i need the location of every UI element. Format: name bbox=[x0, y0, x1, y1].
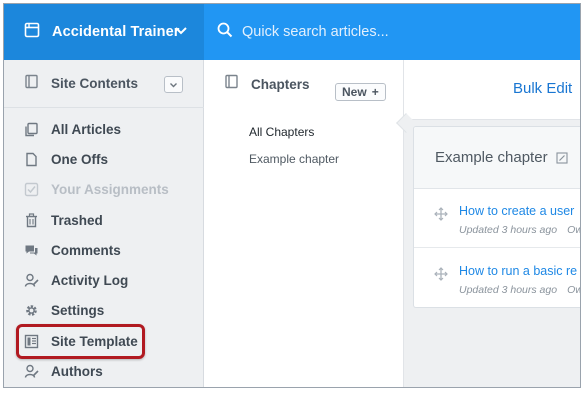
chapter-item-all-chapters[interactable]: All Chapters bbox=[204, 118, 404, 145]
sidebar-item-label: Site Template bbox=[51, 333, 138, 349]
sidebar: Site Contents All Articles One Offs Your… bbox=[4, 60, 204, 387]
article-meta: Updated 3 hours ago Ow bbox=[459, 224, 580, 236]
chevron-down-icon bbox=[174, 23, 188, 41]
top-bar: Accidental Trainer bbox=[4, 4, 580, 60]
site-contents-label: Site Contents bbox=[51, 76, 139, 91]
search-bar bbox=[204, 4, 580, 60]
chapter-card-header: Example chapter bbox=[414, 127, 580, 189]
article-row: How to create a user Updated 3 hours ago… bbox=[414, 189, 580, 248]
sidebar-item-label: All Articles bbox=[51, 121, 122, 137]
search-icon bbox=[217, 22, 233, 43]
chevron-down-icon bbox=[170, 82, 177, 87]
sidebar-item-label: Activity Log bbox=[51, 273, 129, 289]
activity-log-icon bbox=[24, 273, 39, 288]
drag-handle-icon[interactable] bbox=[434, 267, 448, 286]
article-row: How to run a basic re Updated 3 hours ag… bbox=[414, 249, 580, 307]
chapter-content: Bulk Edit Example chapter How to create … bbox=[404, 60, 580, 387]
search-input[interactable] bbox=[242, 24, 542, 40]
plus-icon: + bbox=[371, 85, 379, 99]
gear-icon bbox=[24, 303, 39, 318]
article-meta: Updated 3 hours ago Ow bbox=[459, 284, 580, 296]
article-title-link[interactable]: How to run a basic re bbox=[459, 264, 577, 278]
site-switcher[interactable]: Accidental Trainer bbox=[4, 4, 204, 60]
sidebar-item-comments[interactable]: Comments bbox=[4, 235, 204, 265]
site-contents-header: Site Contents bbox=[4, 60, 204, 108]
sidebar-item-settings[interactable]: Settings bbox=[4, 296, 204, 326]
sidebar-item-label: One Offs bbox=[51, 151, 109, 167]
site-contents-dropdown[interactable] bbox=[164, 76, 183, 93]
sidebar-item-trashed[interactable]: Trashed bbox=[4, 205, 204, 235]
document-icon bbox=[24, 152, 39, 167]
authors-icon bbox=[24, 364, 39, 379]
sidebar-nav: All Articles One Offs Your Assignments T… bbox=[4, 114, 204, 387]
sidebar-item-site-template[interactable]: Site Template bbox=[4, 326, 204, 356]
chapter-list: All Chapters Example chapter bbox=[204, 118, 404, 172]
new-button-label: New bbox=[342, 85, 367, 99]
chapter-card: Example chapter How to create a user Upd… bbox=[413, 126, 580, 308]
article-updated: Updated 3 hours ago bbox=[459, 284, 558, 296]
sidebar-item-all-articles[interactable]: All Articles bbox=[4, 114, 204, 144]
chapter-title: Example chapter bbox=[435, 149, 548, 166]
checkbox-icon bbox=[24, 182, 39, 197]
sidebar-item-activity-log[interactable]: Activity Log bbox=[4, 265, 204, 295]
article-title-link[interactable]: How to create a user bbox=[459, 204, 574, 218]
bulk-edit-bar: Bulk Edit bbox=[404, 60, 580, 120]
sidebar-item-label: Settings bbox=[51, 303, 105, 319]
article-updated: Updated 3 hours ago bbox=[459, 224, 558, 236]
sidebar-item-label: Comments bbox=[51, 242, 121, 258]
site-icon bbox=[24, 22, 40, 43]
article-owner: Ow bbox=[567, 224, 580, 236]
sidebar-item-one-offs[interactable]: One Offs bbox=[4, 144, 204, 174]
new-chapter-button[interactable]: New + bbox=[335, 83, 386, 101]
sidebar-item-label: Your Assignments bbox=[51, 182, 169, 198]
sidebar-item-authors[interactable]: Authors bbox=[4, 356, 204, 386]
trash-icon bbox=[24, 212, 39, 228]
drag-handle-icon[interactable] bbox=[434, 207, 448, 226]
bulk-edit-link[interactable]: Bulk Edit bbox=[513, 80, 572, 97]
sidebar-item-your-assignments[interactable]: Your Assignments bbox=[4, 175, 204, 205]
articles-icon bbox=[24, 122, 39, 137]
book-icon bbox=[24, 74, 39, 94]
article-owner: Ow bbox=[567, 284, 580, 296]
chapter-item-example-chapter[interactable]: Example chapter bbox=[204, 145, 404, 172]
app-window: Accidental Trainer Site Contents bbox=[3, 3, 581, 388]
comments-icon bbox=[24, 243, 39, 258]
site-name: Accidental Trainer bbox=[52, 24, 180, 40]
chapters-label: Chapters bbox=[251, 76, 310, 92]
sidebar-item-label: Trashed bbox=[51, 212, 103, 228]
chapters-panel: Chapters New + All Chapters Example chap… bbox=[204, 60, 404, 387]
sidebar-item-label: Authors bbox=[51, 364, 103, 380]
edit-icon[interactable] bbox=[556, 151, 568, 164]
template-icon bbox=[24, 334, 39, 349]
book-icon bbox=[224, 74, 239, 94]
